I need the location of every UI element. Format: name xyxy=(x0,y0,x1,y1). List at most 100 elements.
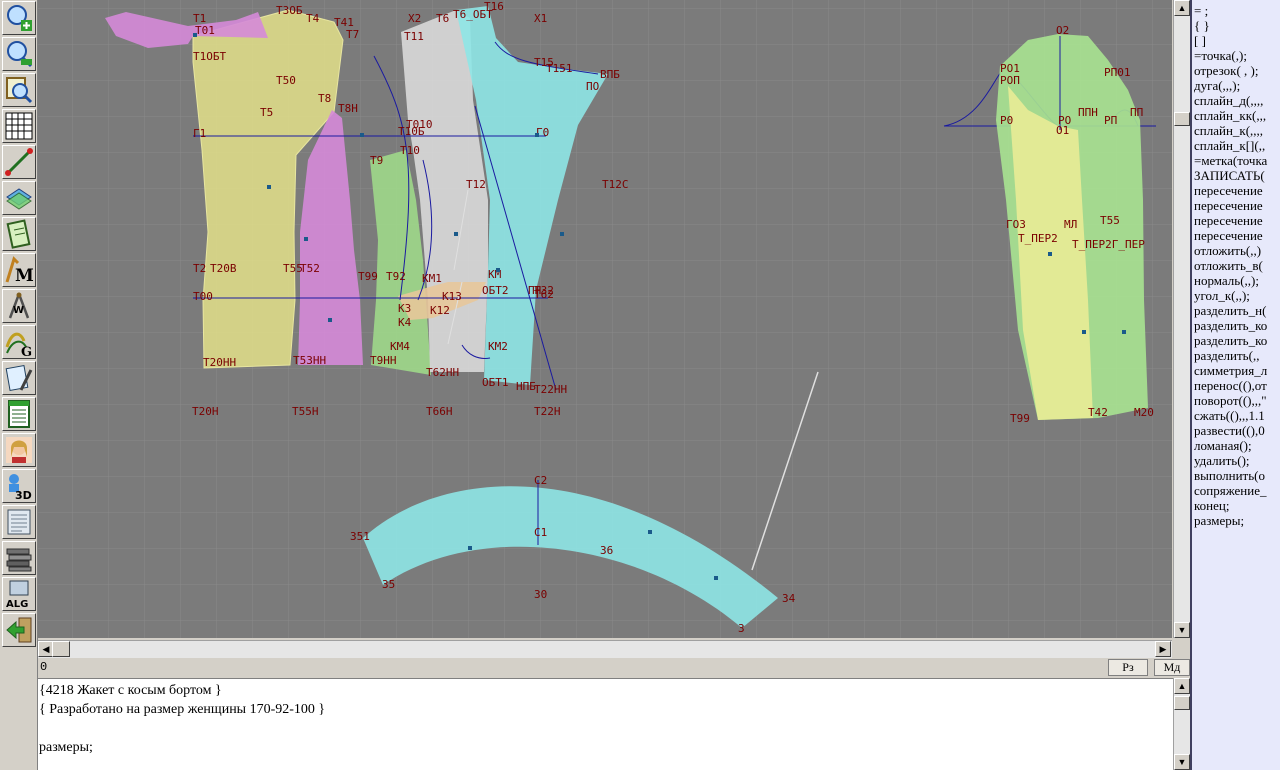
layers-tool-button[interactable] xyxy=(2,181,36,215)
command-item[interactable]: сжать((),,,1.1 xyxy=(1194,408,1280,423)
zoom-value: 0 xyxy=(40,660,48,674)
scroll-up-button[interactable]: ▲ xyxy=(1174,678,1190,694)
command-item[interactable]: сплайн_к(,,,, xyxy=(1194,123,1280,138)
view-3d-tool-button[interactable]: 3D xyxy=(2,469,36,503)
scroll-thumb[interactable] xyxy=(1174,696,1190,710)
point-label: ОБТ1 xyxy=(482,376,509,389)
pz-button[interactable]: Рз xyxy=(1108,659,1148,676)
command-item[interactable]: удалить(); xyxy=(1194,453,1280,468)
point-label: T20В xyxy=(210,262,237,275)
canvas-horizontal-scrollbar[interactable]: ◀ ▶ xyxy=(38,640,1172,658)
grid-tool-button[interactable] xyxy=(2,109,36,143)
compass-tool-button[interactable]: W xyxy=(2,289,36,323)
point-label: T4 xyxy=(306,12,320,25)
command-item[interactable]: =метка(точка xyxy=(1194,153,1280,168)
command-item[interactable]: размеры; xyxy=(1194,513,1280,528)
scroll-up-button[interactable]: ▲ xyxy=(1174,0,1190,16)
command-item[interactable]: отрезок( , ); xyxy=(1194,63,1280,78)
command-item[interactable]: пересечение xyxy=(1194,183,1280,198)
point-label: 351 xyxy=(350,530,370,543)
command-item[interactable]: поворот((),,," xyxy=(1194,393,1280,408)
scroll-right-button[interactable]: ▶ xyxy=(1155,641,1171,657)
point-label: ПП xyxy=(1130,106,1143,119)
point-label: T1ОБТ xyxy=(193,50,226,63)
command-item[interactable]: ломаная(); xyxy=(1194,438,1280,453)
grid-icon xyxy=(5,112,33,140)
command-item[interactable]: дуга(,,,); xyxy=(1194,78,1280,93)
command-item[interactable]: сплайн_кк(,,, xyxy=(1194,108,1280,123)
command-item[interactable]: пересечение xyxy=(1194,228,1280,243)
svg-text:ALG: ALG xyxy=(6,599,28,609)
point-label: Р0 xyxy=(1000,114,1013,127)
point-label: O2 xyxy=(1056,24,1069,37)
command-item[interactable]: развести((),0 xyxy=(1194,423,1280,438)
command-item[interactable]: нормаль(,,); xyxy=(1194,273,1280,288)
command-item[interactable]: разделить_ко xyxy=(1194,333,1280,348)
command-item[interactable]: сопряжение_ xyxy=(1194,483,1280,498)
scroll-thumb[interactable] xyxy=(52,641,70,657)
drawing-canvas[interactable]: T1 T01 T1ОБТ T3ОБ T4 T41 T7 T50 T5 T8 T8… xyxy=(38,0,1172,638)
map-layers-icon xyxy=(6,188,32,210)
command-item[interactable]: угол_к(,,); xyxy=(1194,288,1280,303)
zoom-in-tool-button[interactable] xyxy=(2,1,36,35)
document-icon xyxy=(7,509,31,535)
library-tool-button[interactable] xyxy=(2,541,36,575)
command-item[interactable]: разделить_ко xyxy=(1194,318,1280,333)
document-tool-button[interactable] xyxy=(2,505,36,539)
compass-w-icon: W xyxy=(8,292,30,319)
point-label: РП xyxy=(1104,114,1117,127)
command-item[interactable]: { } xyxy=(1194,18,1280,33)
canvas-vertical-scrollbar[interactable]: ▲ ▼ xyxy=(1173,0,1190,638)
scroll-thumb[interactable] xyxy=(1174,112,1190,126)
editor-vertical-scrollbar[interactable]: ▲ ▼ xyxy=(1173,678,1190,770)
command-item[interactable]: пересечение xyxy=(1194,213,1280,228)
command-item[interactable]: =точка(,); xyxy=(1194,48,1280,63)
point-label: T20НН xyxy=(203,356,236,369)
point-label: 36 xyxy=(600,544,613,557)
zoom-out-tool-button[interactable] xyxy=(2,37,36,71)
command-item[interactable]: конец; xyxy=(1194,498,1280,513)
point-label: T10 xyxy=(400,144,420,157)
point-label: ВПБ xyxy=(600,68,620,81)
command-list-panel: = ; { } [ ] =точка(,); отрезок( , ); дуг… xyxy=(1190,0,1280,770)
scroll-down-button[interactable]: ▼ xyxy=(1174,622,1190,638)
point-label: РОП xyxy=(1000,74,1020,87)
point-label: T9НН xyxy=(370,354,397,367)
command-item[interactable]: сплайн_д(,,,, xyxy=(1194,93,1280,108)
point-label: ПН xyxy=(528,284,541,297)
page-edit-tool-button[interactable] xyxy=(2,217,36,251)
command-item[interactable]: = ; xyxy=(1194,3,1280,18)
command-item[interactable]: симметрия_л xyxy=(1194,363,1280,378)
point-label: C2 xyxy=(534,474,547,487)
scroll-down-button[interactable]: ▼ xyxy=(1174,754,1190,770)
svg-text:G: G xyxy=(21,345,32,357)
view-3d-icon: 3D xyxy=(9,474,32,501)
svg-text:3D: 3D xyxy=(15,489,32,501)
command-item[interactable]: перенос((),от xyxy=(1194,378,1280,393)
command-item[interactable]: отложить_в( xyxy=(1194,258,1280,273)
algorithm-icon: ALG xyxy=(6,580,29,609)
line-tool-button[interactable] xyxy=(2,145,36,179)
point-label: T53НН xyxy=(293,354,326,367)
command-item[interactable]: [ ] xyxy=(1194,33,1280,48)
script-editor[interactable]: {4218 Жакет с косым бортом } { Разработа… xyxy=(38,678,1173,770)
zoom-window-icon xyxy=(6,77,33,104)
measure-tool-button[interactable]: M xyxy=(2,253,36,287)
command-item[interactable]: разделить_н( xyxy=(1194,303,1280,318)
algorithm-tool-button[interactable]: ALG xyxy=(2,577,36,611)
md-button[interactable]: Мд xyxy=(1154,659,1190,676)
command-item[interactable]: выполнить(о xyxy=(1194,468,1280,483)
command-item[interactable]: пересечение xyxy=(1194,198,1280,213)
zoom-window-tool-button[interactable] xyxy=(2,73,36,107)
command-item[interactable]: ЗАПИСАТЬ( xyxy=(1194,168,1280,183)
zoom-in-icon xyxy=(7,5,33,32)
exit-tool-button[interactable] xyxy=(2,613,36,647)
curve-g-icon: G xyxy=(5,332,32,357)
spreadsheet-tool-button[interactable] xyxy=(2,397,36,431)
table-edit-tool-button[interactable] xyxy=(2,361,36,395)
command-item[interactable]: разделить(,, xyxy=(1194,348,1280,363)
avatar-tool-button[interactable] xyxy=(2,433,36,467)
command-item[interactable]: отложить(,,) xyxy=(1194,243,1280,258)
command-item[interactable]: сплайн_к[](,, xyxy=(1194,138,1280,153)
curve-tool-button[interactable]: G xyxy=(2,325,36,359)
